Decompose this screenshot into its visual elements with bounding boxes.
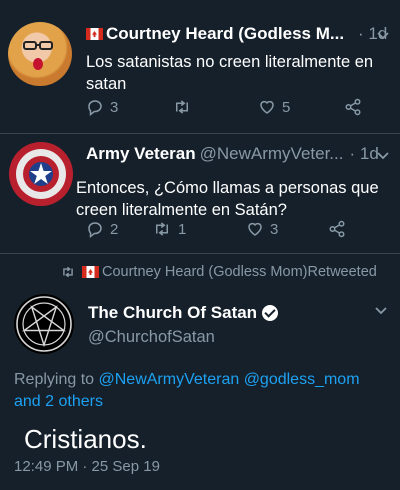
- tweet-text: Cristianos.: [24, 424, 147, 454]
- reply-count: 3: [110, 98, 119, 116]
- tweet-text: Entonces, ¿Cómo llamas a personas que cr…: [76, 179, 379, 219]
- reply-others-link[interactable]: and 2 others: [14, 393, 103, 410]
- tweet-header: Army Veteran @NewArmyVeter... · 1d: [86, 144, 379, 164]
- retweet-button[interactable]: [172, 98, 258, 116]
- avatar-church-of-satan[interactable]: [14, 294, 74, 354]
- replying-to-label: Replying to: [14, 371, 99, 388]
- retweeted-by-note[interactable]: Courtney Heard (Godless Mom) Retweeted: [60, 264, 377, 280]
- retweeter-name[interactable]: Courtney Heard (Godless Mom): [102, 264, 308, 280]
- like-count: 5: [282, 98, 291, 116]
- heart-icon: [260, 100, 274, 114]
- display-name[interactable]: Courtney Heard (Godless M...: [106, 24, 344, 44]
- retweet-icon: [176, 100, 188, 114]
- like-count: 3: [270, 220, 279, 238]
- share-icon: [329, 220, 345, 238]
- reply-icon: [88, 100, 102, 116]
- retweet-icon: [63, 266, 73, 278]
- tweet-actions: 2 1 3: [86, 220, 346, 238]
- reply-icon: [88, 222, 102, 238]
- tweet-time[interactable]: · 1d: [349, 144, 378, 164]
- tweet-actions: 3 5: [86, 98, 362, 116]
- retweeted-label: Retweeted: [307, 264, 377, 280]
- share-button[interactable]: [344, 98, 362, 116]
- user-handle[interactable]: @ChurchofSatan: [88, 328, 215, 347]
- divider: [0, 133, 400, 134]
- like-button[interactable]: 5: [258, 98, 344, 116]
- reply-button[interactable]: 3: [86, 98, 172, 116]
- tweet-header: The Church Of Satan: [88, 303, 279, 323]
- like-button[interactable]: 3: [246, 220, 328, 238]
- replying-to: Replying to @NewArmyVeteran @godless_mom…: [14, 369, 384, 413]
- verified-badge-icon: [262, 305, 279, 321]
- avatar-courtney[interactable]: [8, 22, 72, 86]
- canada-flag-icon: [82, 266, 99, 278]
- user-handle[interactable]: @NewArmyVeter...: [200, 144, 344, 164]
- reply-handle-link[interactable]: @NewArmyVeteran: [99, 371, 240, 388]
- divider: [0, 253, 400, 254]
- pentagram-icon: [16, 296, 72, 352]
- chevron-down-icon[interactable]: [374, 306, 388, 316]
- retweet-button[interactable]: 1: [152, 220, 246, 238]
- display-name[interactable]: Army Veteran: [86, 144, 196, 164]
- canada-flag-icon: [86, 28, 103, 40]
- retweet-count: 1: [178, 220, 187, 238]
- tweet-text: Los satanistas no creen literalmente en …: [86, 53, 374, 93]
- reply-button[interactable]: 2: [86, 220, 152, 238]
- reply-handle-link[interactable]: @godless_mom: [244, 371, 360, 388]
- heart-icon: [248, 222, 262, 236]
- share-icon: [345, 98, 361, 116]
- avatar-army-veteran[interactable]: [8, 141, 74, 207]
- captain-shield-icon: [9, 142, 73, 206]
- chevron-down-icon[interactable]: [376, 151, 390, 161]
- tweet-timestamp[interactable]: 12:49 PM · 25 Sep 19: [14, 458, 160, 475]
- chevron-down-icon[interactable]: [376, 31, 390, 41]
- retweet-icon: [156, 222, 168, 236]
- share-button[interactable]: [328, 220, 346, 238]
- tweet-header: Courtney Heard (Godless M... · 1d: [86, 24, 387, 44]
- avatar-face-icon: [23, 41, 53, 70]
- reply-count: 2: [110, 220, 119, 238]
- display-name[interactable]: The Church Of Satan: [88, 303, 257, 323]
